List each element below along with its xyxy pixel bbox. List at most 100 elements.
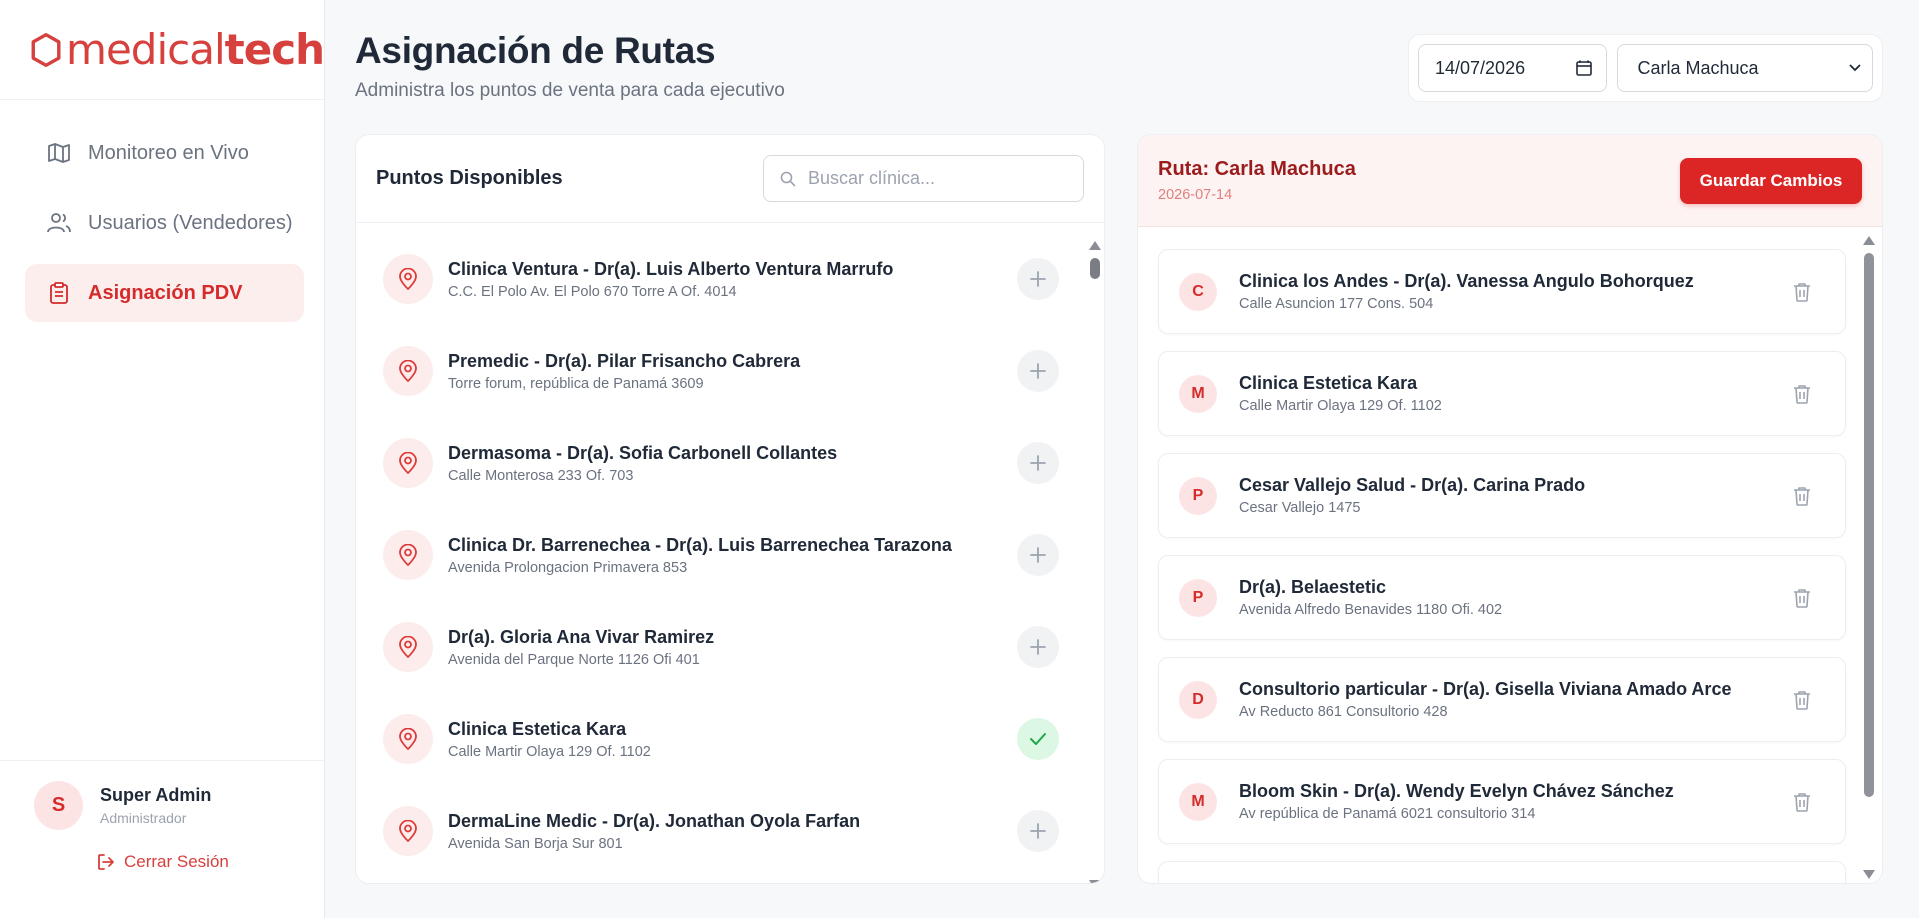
sidebar-item-usuarios[interactable]: Usuarios (Vendedores) xyxy=(25,194,304,252)
search-input[interactable]: Buscar clínica... xyxy=(763,155,1084,202)
trash-icon[interactable] xyxy=(1793,282,1811,302)
route-item-address: Calle Asuncion 177 Cons. 504 xyxy=(1239,296,1434,312)
brand-name-light: medical xyxy=(66,25,226,74)
available-list-scrollbar[interactable] xyxy=(1086,233,1104,883)
pdv-address: Calle Martir Olaya 129 Of. 1102 xyxy=(448,743,651,760)
trash-icon[interactable] xyxy=(1793,792,1811,812)
check-icon xyxy=(1030,733,1046,745)
route-title: Ruta: Carla Machuca xyxy=(1158,158,1356,180)
map-pin-icon xyxy=(383,254,433,304)
route-item-address: Cesar Vallejo 1475 xyxy=(1239,500,1361,516)
route-item-name: Consultorio particular - Dr(a). Gisella … xyxy=(1239,679,1732,699)
route-item-initial: M xyxy=(1179,782,1217,821)
page-title: Asignación de Rutas xyxy=(355,30,716,71)
brand-logo[interactable]: medicaltech xyxy=(0,0,325,100)
search-placeholder: Buscar clínica... xyxy=(808,168,936,188)
scrollbar-thumb[interactable] xyxy=(1090,258,1100,279)
list-item: Premedic - Dr(a). Pilar Frisancho Cabrer… xyxy=(383,325,1104,417)
sidebar-item-asignacion-pdv[interactable]: Asignación PDV xyxy=(25,264,304,322)
assigned-check-button[interactable] xyxy=(1017,718,1059,760)
pdv-name: Clinica Ventura - Dr(a). Luis Alberto Ve… xyxy=(448,258,894,279)
list-item: Clinica Estetica Kara Calle Martir Olaya … xyxy=(383,693,1104,785)
pdv-name: Dermasoma - Dr(a). Sofia Carbonell Colla… xyxy=(448,442,838,463)
route-panel: Ruta: Carla Machuca 2026-07-14 Guardar C… xyxy=(1137,134,1883,884)
route-item: M Clinica Estetica Kara Calle Martir Olay… xyxy=(1158,351,1846,436)
route-item: M Bloom Skin - Dr(a). Wendy Evelyn Cháve… xyxy=(1158,759,1846,844)
sidebar-item-monitoreo[interactable]: Monitoreo en Vivo xyxy=(25,124,304,182)
logout-label: Cerrar Sesión xyxy=(124,852,229,871)
sidebar-item-label: Asignación PDV xyxy=(88,281,243,304)
route-item: P Dr(a). Belaestetic Avenida Alfredo Bena… xyxy=(1158,555,1846,640)
route-item-name: Bloom Skin - Dr(a). Wendy Evelyn Chávez … xyxy=(1239,781,1674,801)
scroll-down-arrow-icon[interactable] xyxy=(1089,880,1101,883)
add-point-button[interactable] xyxy=(1017,350,1059,392)
trash-icon[interactable] xyxy=(1793,384,1811,404)
executive-selected: Carla Machuca xyxy=(1637,57,1759,78)
add-point-button[interactable] xyxy=(1017,626,1059,668)
pdv-address: Avenida del Parque Norte 1126 Ofi 401 xyxy=(448,651,700,668)
hexagon-logo-icon xyxy=(31,32,61,67)
pdv-name: Dr(a). Gloria Ana Vivar Ramirez xyxy=(448,626,715,647)
route-item-initial: P xyxy=(1179,578,1217,617)
user-role: Administrador xyxy=(100,810,187,826)
map-pin-icon xyxy=(383,806,433,856)
route-item-initial: C xyxy=(1179,272,1217,311)
date-value: 14/07/2026 xyxy=(1435,57,1526,78)
sidebar-item-label: Usuarios (Vendedores) xyxy=(88,211,293,234)
route-item-address: Av Reducto 861 Consultorio 428 xyxy=(1239,704,1448,720)
scroll-up-arrow-icon[interactable] xyxy=(1089,241,1101,250)
trash-icon[interactable] xyxy=(1793,486,1811,506)
trash-icon[interactable] xyxy=(1793,588,1811,608)
plus-icon xyxy=(1030,823,1046,839)
brand-name-bold: tech xyxy=(224,25,325,74)
user-profile: S Super Admin Administrador Cerrar Sesió… xyxy=(0,760,324,918)
scroll-down-arrow-icon[interactable] xyxy=(1863,870,1875,879)
clipboard-icon xyxy=(47,281,71,305)
list-item: Clinica Ventura - Dr(a). Luis Alberto Ve… xyxy=(383,233,1104,325)
add-point-button[interactable] xyxy=(1017,442,1059,484)
pdv-address: Torre forum, república de Panamá 3609 xyxy=(448,375,704,392)
route-date: 2026-07-14 xyxy=(1158,187,1233,203)
sidebar-item-label: Monitoreo en Vivo xyxy=(88,141,249,164)
route-item-initial: D xyxy=(1179,680,1217,719)
logout-icon xyxy=(98,854,114,870)
available-points-title: Puntos Disponibles xyxy=(376,167,563,189)
trash-icon[interactable] xyxy=(1793,690,1811,710)
logout-button[interactable]: Cerrar Sesión xyxy=(97,852,324,872)
add-point-button[interactable] xyxy=(1017,810,1059,852)
save-changes-button[interactable]: Guardar Cambios xyxy=(1680,157,1862,204)
executive-select[interactable]: Carla Machuca xyxy=(1617,44,1873,92)
pdv-name: DermaLine Medic - Dr(a). Jonathan Oyola … xyxy=(448,810,861,831)
pdv-name: Premedic - Dr(a). Pilar Frisancho Cabrer… xyxy=(448,350,801,371)
chevron-down-icon xyxy=(1849,64,1861,72)
route-list-scrollbar[interactable] xyxy=(1860,227,1878,883)
route-item-name: Clinica los Andes - Dr(a). Vanessa Angul… xyxy=(1239,271,1694,291)
route-item: D Consultorio particular - Dr(a). Gisell… xyxy=(1158,657,1846,742)
plus-icon xyxy=(1030,271,1046,287)
route-item-name: Clinica Estetica Kara xyxy=(1239,373,1418,393)
route-item-address: Av república de Panamá 6021 consultorio … xyxy=(1239,806,1536,822)
page-subtitle: Administra los puntos de venta para cada… xyxy=(355,80,785,101)
scroll-up-arrow-icon[interactable] xyxy=(1863,236,1875,245)
add-point-button[interactable] xyxy=(1017,534,1059,576)
list-item: Dermasoma - Dr(a). Sofia Carbonell Colla… xyxy=(383,417,1104,509)
plus-icon xyxy=(1030,455,1046,471)
available-points-panel: Puntos Disponibles Buscar clínica... Cli… xyxy=(355,134,1105,884)
plus-icon xyxy=(1030,547,1046,563)
pdv-address: Avenida Prolongacion Primavera 853 xyxy=(448,559,688,576)
date-picker[interactable]: 14/07/2026 xyxy=(1418,44,1608,92)
scrollbar-thumb[interactable] xyxy=(1864,253,1874,797)
calendar-icon[interactable] xyxy=(1576,60,1593,76)
add-point-button[interactable] xyxy=(1017,258,1059,300)
route-item-initial: P xyxy=(1179,476,1217,515)
users-icon xyxy=(47,211,71,235)
route-item: C Clinica los Andes - Dr(a). Vanessa Ang… xyxy=(1158,249,1846,334)
sidebar: medicaltech Monitoreo en Vivo Usuarios (… xyxy=(0,0,325,918)
pdv-address: Calle Monterosa 233 Of. 703 xyxy=(448,467,634,484)
user-name: Super Admin xyxy=(100,785,212,805)
pdv-address: C.C. El Polo Av. El Polo 670 Torre A Of.… xyxy=(448,283,737,300)
sidebar-nav: Monitoreo en Vivo Usuarios (Vendedores) … xyxy=(0,100,324,322)
search-icon xyxy=(780,171,796,186)
list-item: Clinica Dr. Barrenechea - Dr(a). Luis Ba… xyxy=(383,509,1104,601)
map-pin-icon xyxy=(383,622,433,672)
